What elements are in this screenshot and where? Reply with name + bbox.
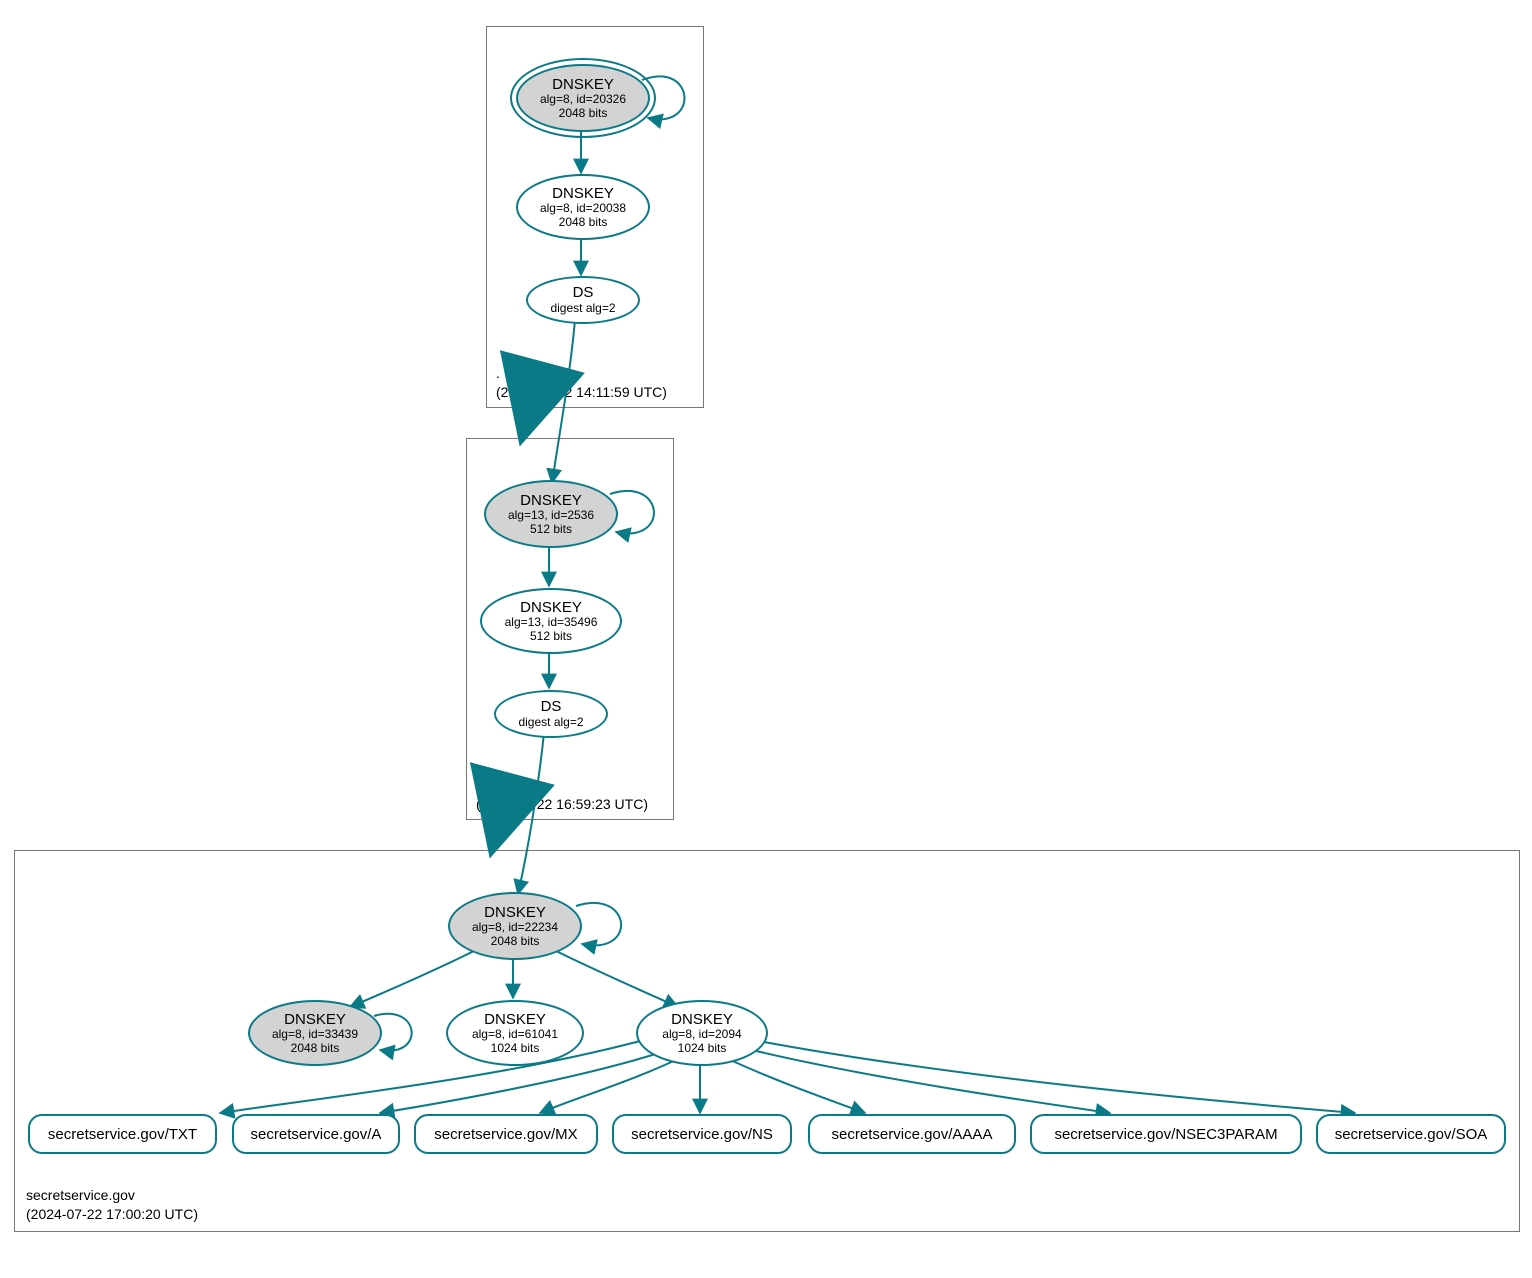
node-title: DNSKEY [552, 185, 614, 202]
node-title: DNSKEY [671, 1011, 733, 1028]
zone-name-root: . [496, 365, 500, 381]
rrset-mx: secretservice.gov/MX [414, 1114, 598, 1154]
node-line3: 2048 bits [559, 107, 608, 121]
zone-name-secretservice: secretservice.gov [26, 1187, 135, 1203]
dnskey-ss-61041: DNSKEY alg=8, id=61041 1024 bits [446, 1000, 584, 1066]
ds-root: DS digest alg=2 [526, 276, 640, 324]
node-line3: 512 bits [530, 523, 572, 537]
diagram-canvas: . (2024-07-22 14:11:59 UTC) gov (2024-07… [0, 0, 1532, 1278]
node-line2: alg=8, id=20326 [540, 93, 626, 107]
node-line2: alg=13, id=35496 [505, 616, 598, 630]
node-title: DNSKEY [520, 492, 582, 509]
zone-label-secretservice: secretservice.gov (2024-07-22 17:00:20 U… [26, 1186, 198, 1224]
node-line3: 2048 bits [491, 935, 540, 949]
zone-time-root: (2024-07-22 14:11:59 UTC) [496, 384, 667, 400]
node-line3: 1024 bits [491, 1042, 540, 1056]
zone-name-gov: gov [476, 777, 499, 793]
node-line3: 2048 bits [291, 1042, 340, 1056]
node-title: DNSKEY [484, 1011, 546, 1028]
node-line2: digest alg=2 [518, 716, 583, 730]
zone-label-root: . (2024-07-22 14:11:59 UTC) [496, 364, 667, 402]
node-line2: alg=8, id=61041 [472, 1028, 558, 1042]
node-title: DNSKEY [520, 599, 582, 616]
node-title: DNSKEY [484, 904, 546, 921]
rrset-ns: secretservice.gov/NS [612, 1114, 792, 1154]
node-line3: 512 bits [530, 630, 572, 644]
rrset-nsec3param: secretservice.gov/NSEC3PARAM [1030, 1114, 1302, 1154]
dnskey-gov-ksk: DNSKEY alg=13, id=2536 512 bits [484, 480, 618, 548]
rrset-soa: secretservice.gov/SOA [1316, 1114, 1506, 1154]
dnskey-ss-ksk: DNSKEY alg=8, id=22234 2048 bits [448, 892, 582, 960]
zone-time-gov: (2024-07-22 16:59:23 UTC) [476, 796, 648, 812]
ds-gov: DS digest alg=2 [494, 690, 608, 738]
node-title: DNSKEY [284, 1011, 346, 1028]
node-line2: alg=8, id=33439 [272, 1028, 358, 1042]
rrset-a: secretservice.gov/A [232, 1114, 400, 1154]
dnskey-ss-2094: DNSKEY alg=8, id=2094 1024 bits [636, 1000, 768, 1066]
node-line2: alg=8, id=20038 [540, 202, 626, 216]
node-line2: alg=8, id=22234 [472, 921, 558, 935]
dnskey-ss-33439: DNSKEY alg=8, id=33439 2048 bits [248, 1000, 382, 1066]
dnskey-root-zsk: DNSKEY alg=8, id=20038 2048 bits [516, 174, 650, 240]
rrset-aaaa: secretservice.gov/AAAA [808, 1114, 1016, 1154]
node-line2: digest alg=2 [550, 302, 615, 316]
node-title: DS [541, 698, 562, 715]
node-title: DNSKEY [552, 76, 614, 93]
node-title: DS [573, 284, 594, 301]
zone-box-secretservice [14, 850, 1520, 1232]
zone-time-secretservice: (2024-07-22 17:00:20 UTC) [26, 1206, 198, 1222]
node-line3: 1024 bits [678, 1042, 727, 1056]
node-line3: 2048 bits [559, 216, 608, 230]
zone-label-gov: gov (2024-07-22 16:59:23 UTC) [476, 776, 648, 814]
rrset-txt: secretservice.gov/TXT [28, 1114, 217, 1154]
node-line2: alg=13, id=2536 [508, 509, 594, 523]
dnskey-gov-zsk: DNSKEY alg=13, id=35496 512 bits [480, 588, 622, 654]
node-line2: alg=8, id=2094 [662, 1028, 741, 1042]
dnskey-root-ksk: DNSKEY alg=8, id=20326 2048 bits [516, 64, 650, 132]
